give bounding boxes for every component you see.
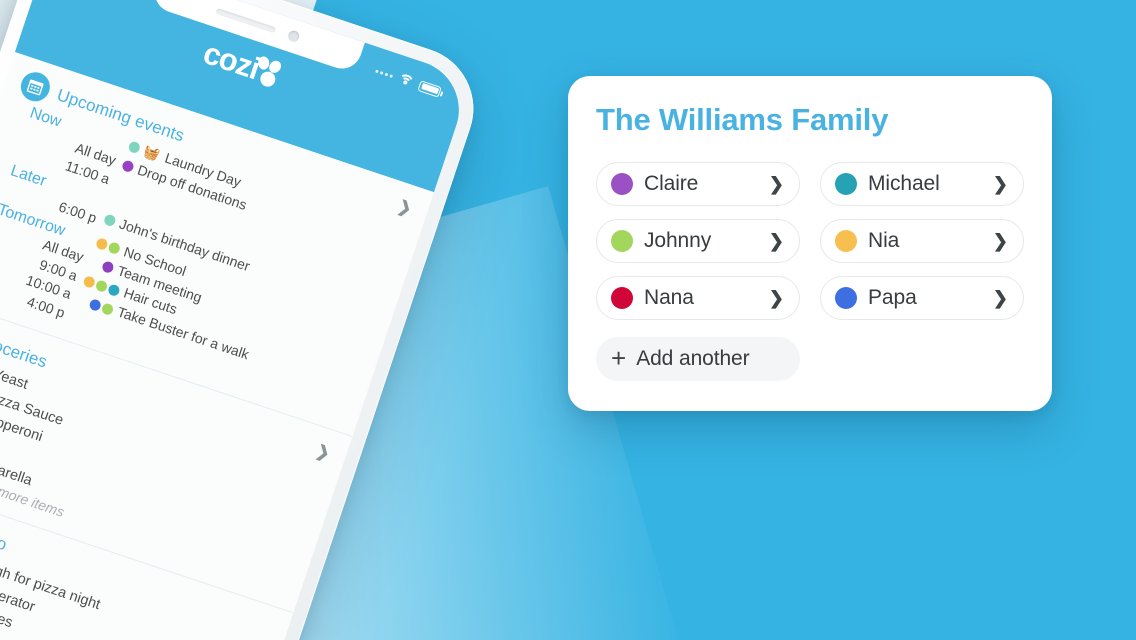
chevron-right-icon: ❯ <box>768 231 784 251</box>
event-color-dots <box>94 237 122 256</box>
event-color-dots <box>100 260 115 275</box>
family-member-nia[interactable]: Nia ❯ <box>820 219 1024 263</box>
family-member-papa[interactable]: Papa ❯ <box>820 276 1024 320</box>
member-name: Papa <box>868 286 917 309</box>
chevron-right-icon: ❯ <box>992 174 1008 194</box>
add-another-button[interactable]: + Add another <box>596 337 800 381</box>
member-color-dot <box>835 287 857 309</box>
earpiece-speaker <box>215 7 276 33</box>
event-color-dots <box>88 297 115 316</box>
family-member-grid: Claire ❯ Michael ❯ Johnny ❯ Nia ❯ Nana ❯… <box>596 162 1024 381</box>
member-color-dot <box>835 173 857 195</box>
add-another-label: Add another <box>636 347 750 370</box>
chevron-right-icon: ❯ <box>768 174 784 194</box>
family-member-nana[interactable]: Nana ❯ <box>596 276 800 320</box>
member-name: Nia <box>868 229 900 252</box>
event-color-dots <box>127 140 142 155</box>
status-icons <box>374 65 442 98</box>
family-card-title: The Williams Family <box>596 102 889 137</box>
member-color-dot <box>611 230 633 252</box>
front-camera <box>286 29 301 43</box>
family-member-johnny[interactable]: Johnny ❯ <box>596 219 800 263</box>
signal-dots-icon <box>375 68 394 78</box>
member-color-dot <box>611 287 633 309</box>
section-title: Groceries <box>0 329 50 372</box>
wifi-icon <box>395 72 416 93</box>
member-name: Johnny <box>644 229 712 252</box>
event-color-dots <box>102 213 117 228</box>
screenshot-stage: 2:24 cozi <box>0 0 1136 640</box>
plus-icon: + <box>611 343 627 373</box>
family-member-claire[interactable]: Claire ❯ <box>596 162 800 206</box>
member-name: Michael <box>868 172 940 195</box>
family-member-michael[interactable]: Michael ❯ <box>820 162 1024 206</box>
member-name: Claire <box>644 172 699 195</box>
chevron-right-icon: ❯ <box>992 231 1008 251</box>
battery-icon <box>417 79 442 98</box>
chevron-right-icon: ❯ <box>992 288 1008 308</box>
family-card: The Williams Family Claire ❯ Michael ❯ J… <box>568 76 1052 411</box>
event-color-dots <box>120 159 135 174</box>
chevron-right-icon: ❯ <box>768 288 784 308</box>
member-name: Nana <box>644 286 694 309</box>
member-color-dot <box>611 173 633 195</box>
member-color-dot <box>835 230 857 252</box>
